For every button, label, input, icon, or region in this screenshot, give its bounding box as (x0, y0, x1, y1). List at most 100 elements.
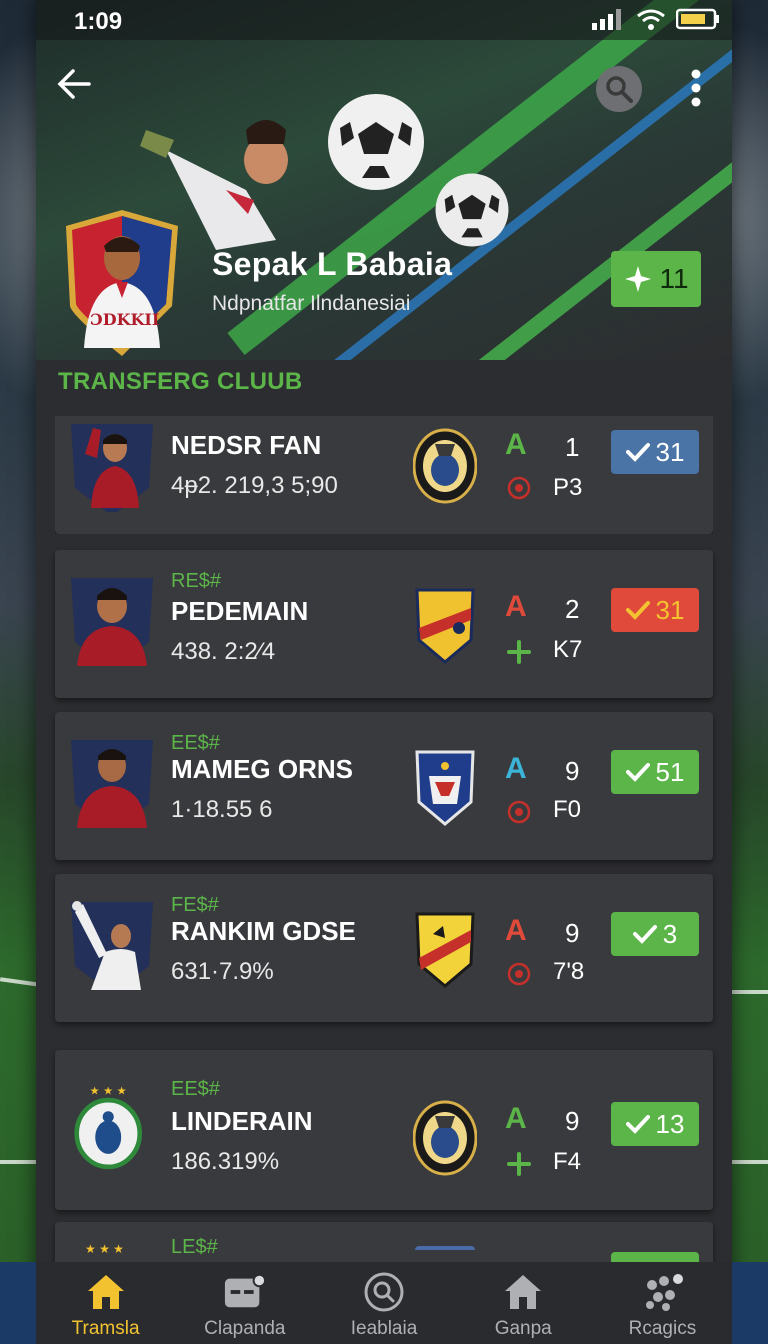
score-value: 31 (655, 436, 685, 467)
list-item[interactable]: FE$# RANKIM GDSE 631·7.9% A 9 7'8 3 (55, 874, 713, 1022)
grade-letter: A (505, 752, 527, 785)
pitch-line (0, 977, 41, 987)
search-icon (606, 76, 633, 103)
list-item[interactable]: ★ ★ ★ EE$# LINDERAIN 186.319% A 9 F4 13 (55, 1050, 713, 1210)
nav-item-rcagics[interactable]: Rcagics (593, 1262, 732, 1344)
score-value: 13 (655, 1108, 685, 1139)
list-item[interactable]: EE$# MAMEG ORNS 1·18.55 6 A 9 F0 51 (55, 712, 713, 860)
score-value: 51 (655, 756, 685, 787)
grade-number: 9 (565, 918, 580, 948)
sparkle-icon (625, 266, 652, 292)
nav-item-ieablaia[interactable]: Ieablaia (314, 1262, 453, 1344)
score-chip[interactable]: 31 (611, 430, 699, 474)
check-icon (632, 925, 657, 944)
system-icons (592, 8, 720, 30)
position-code: 7'8 (553, 958, 585, 985)
player-avatar (71, 578, 153, 666)
position-code: K7 (553, 636, 583, 663)
nav-item-clapanda[interactable]: Clapanda (175, 1262, 314, 1344)
pitch-line (732, 1160, 768, 1164)
target-icon (507, 476, 531, 500)
app-screen: 1:09 ƆDKKII Sepak L Babaia Ndpnatfar Iln… (0, 0, 768, 1344)
page-subtitle: Ndpnatfar Ilndanesiai (212, 292, 411, 315)
player-stat: 186.319% (171, 1148, 280, 1175)
nav-label: Clapanda (204, 1318, 286, 1339)
club-logo: ★ ★ ★ (74, 1085, 143, 1170)
club-crest (415, 912, 475, 988)
player-stat: 4ᵽ2. 219,3 5;90 (171, 472, 338, 499)
player-tag: FE$# (171, 894, 219, 916)
player-name: LINDERAIN (171, 1106, 313, 1136)
search-icon (364, 1272, 404, 1312)
nav-label: Rcagics (628, 1318, 697, 1339)
nav-item-tramsla[interactable]: Tramsla (36, 1262, 175, 1344)
player-tag: RE$# (171, 570, 222, 592)
player-name: RANKIM GDSE (171, 916, 356, 946)
player-tag: EE$# (171, 732, 220, 754)
player-avatar (71, 740, 153, 828)
club-crest (415, 588, 475, 664)
player-avatar (71, 424, 153, 512)
target-icon (507, 800, 531, 824)
plus-icon (507, 1152, 531, 1176)
club-crest (413, 1100, 477, 1176)
score-chip[interactable]: 51 (611, 750, 699, 794)
score-value: 31 (655, 594, 685, 625)
grade-number: 2 (565, 594, 580, 624)
player-stat: 438. 2:2⁄4 (171, 638, 276, 665)
position-code: P3 (553, 474, 583, 501)
rating-badge[interactable]: 11 (611, 251, 701, 307)
grade-number: 1 (565, 432, 580, 462)
plus-icon (507, 640, 531, 664)
player-name: NEDSR FAN (171, 430, 322, 460)
check-icon (625, 1115, 650, 1134)
list-item[interactable]: RE$# PEDEMAIN 438. 2:2⁄4 A 2 K7 31 (55, 550, 713, 698)
more-vertical-icon (691, 69, 701, 107)
position-code: F0 (553, 796, 582, 823)
score-chip[interactable]: 31 (611, 588, 699, 632)
more-menu-button[interactable] (676, 66, 716, 110)
grade-letter: A (505, 914, 527, 947)
nav-label: Ganpa (494, 1318, 552, 1339)
check-icon (625, 443, 650, 462)
pitch-line (732, 990, 768, 994)
bottom-nav: Tramsla Clapanda Ieablaia Ganpa Rcagics (36, 1262, 732, 1344)
score-value: 3 (662, 918, 678, 949)
player-stat: 631·7.9% (171, 958, 274, 985)
score-chip[interactable]: 13 (611, 1102, 699, 1146)
battery-icon (676, 8, 719, 30)
check-icon (625, 763, 650, 782)
grade-letter: A (505, 1102, 527, 1135)
grade-letter: A (505, 428, 527, 461)
signal-icon (592, 9, 621, 30)
player-tag: LE$# (171, 1236, 218, 1258)
status-time: 1:09 (74, 8, 123, 35)
pitch-line (0, 1160, 40, 1164)
player-stat: 1·18.55 6 (171, 796, 273, 823)
arrow-left-icon (57, 69, 91, 99)
player-avatar (71, 901, 153, 990)
molecule-icon (646, 1274, 684, 1311)
player-name: PEDEMAIN (171, 596, 309, 626)
home-icon (505, 1275, 542, 1309)
nav-item-ganpa[interactable]: Ganpa (454, 1262, 593, 1344)
football-icon (328, 94, 424, 190)
player-tag: EE$# (171, 1078, 220, 1100)
team-crest (66, 210, 178, 356)
check-icon (625, 601, 650, 620)
club-logo: ★ ★ ★ (85, 1242, 124, 1256)
football-icon (435, 173, 509, 247)
svg-text:★ ★ ★: ★ ★ ★ (90, 1085, 127, 1098)
search-button[interactable] (596, 66, 642, 112)
nav-label: Tramsla (71, 1318, 140, 1339)
target-icon (507, 962, 531, 986)
back-button[interactable] (52, 62, 96, 106)
score-chip[interactable]: 3 (611, 912, 699, 956)
home-icon (87, 1275, 124, 1309)
club-crest (413, 428, 477, 504)
grade-number: 9 (565, 1106, 580, 1136)
position-code: F4 (553, 1148, 582, 1175)
grade-number: 9 (565, 756, 580, 786)
page-title: Sepak L Babaia (212, 246, 453, 282)
grade-letter: A (505, 590, 527, 623)
